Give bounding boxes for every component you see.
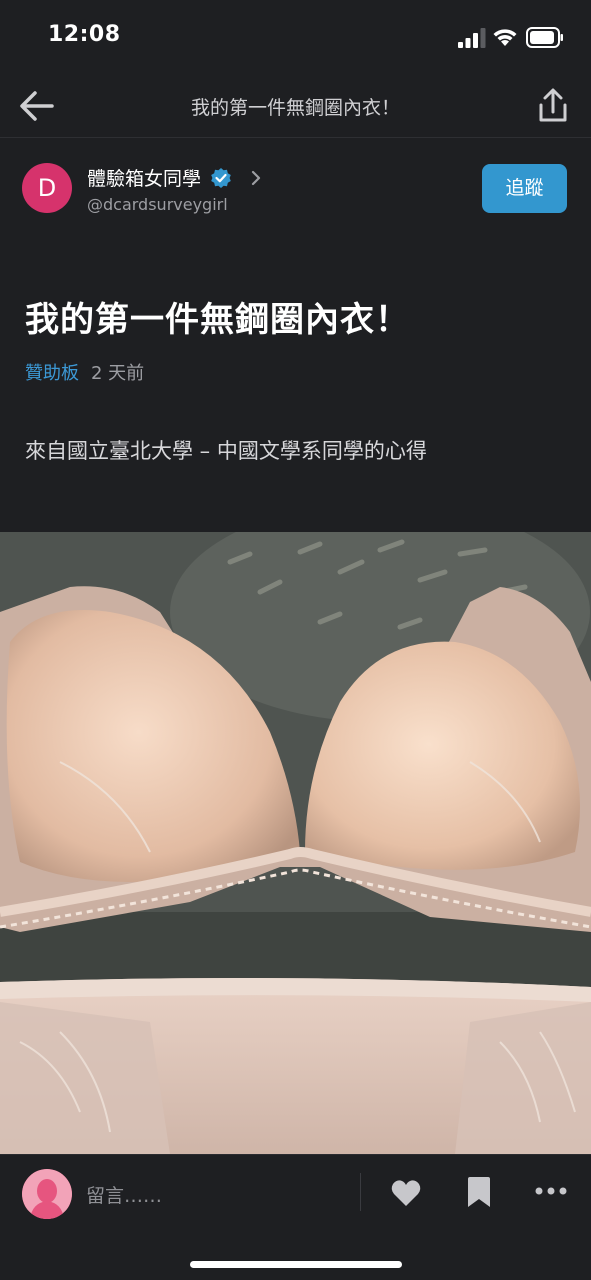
home-indicator	[190, 1261, 402, 1268]
bookmark-icon[interactable]	[466, 1176, 492, 1208]
verified-icon	[211, 167, 231, 188]
divider	[360, 1173, 361, 1211]
board-link[interactable]: 贊助板	[25, 363, 79, 384]
comment-input[interactable]: 留言……	[86, 1181, 162, 1208]
post-body: 來自國立臺北大學 – 中國文學系同學的心得	[25, 439, 427, 463]
post-image[interactable]	[0, 532, 591, 1154]
author-avatar[interactable]: D	[22, 163, 72, 213]
user-avatar-graphic	[22, 1169, 72, 1219]
author-handle: @dcardsurveygirl	[87, 195, 228, 214]
post-image-graphic	[0, 532, 591, 1154]
author-name-row[interactable]: 體驗箱女同學	[87, 164, 263, 192]
status-bar: 12:08	[0, 0, 591, 76]
share-icon[interactable]	[534, 86, 572, 126]
more-icon[interactable]	[535, 1185, 567, 1197]
post-time: 2 天前	[91, 363, 145, 384]
bottom-bar: 留言……	[0, 1154, 591, 1280]
follow-button[interactable]: 追蹤	[482, 164, 567, 213]
nav-title: 我的第一件無鋼圈內衣！	[190, 97, 400, 119]
wifi-icon	[493, 29, 517, 46]
author-row: D 體驗箱女同學 @dcardsurveygirl 追蹤	[0, 140, 591, 240]
signal-icon	[458, 28, 486, 48]
user-avatar[interactable]	[22, 1169, 72, 1219]
author-name[interactable]: 體驗箱女同學	[87, 168, 201, 190]
heart-icon[interactable]	[390, 1178, 422, 1208]
back-arrow-icon[interactable]	[18, 89, 56, 123]
post-meta: 贊助板 2 天前	[25, 359, 144, 385]
status-time: 12:08	[48, 22, 121, 47]
battery-icon	[526, 27, 563, 48]
chevron-right-icon[interactable]	[249, 170, 263, 186]
nav-bar: 我的第一件無鋼圈內衣！	[0, 76, 591, 138]
post-title: 我的第一件無鋼圈內衣！	[25, 300, 410, 340]
